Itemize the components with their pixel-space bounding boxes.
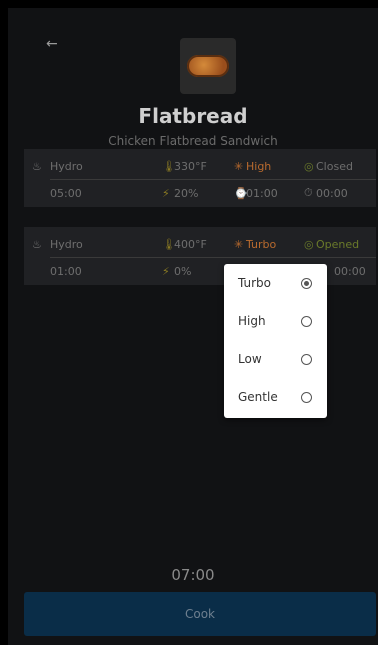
microwave-icon: ⚡ bbox=[162, 264, 170, 278]
option-label: Low bbox=[238, 352, 262, 366]
fan-option-turbo[interactable]: Turbo bbox=[224, 264, 327, 302]
step-vent[interactable]: Opened bbox=[316, 238, 359, 251]
step-extra[interactable]: 00:00 bbox=[334, 265, 366, 278]
radio-unselected-icon[interactable] bbox=[301, 353, 312, 365]
step-extra[interactable]: 00:00 bbox=[316, 187, 348, 200]
step-mode[interactable]: Hydro bbox=[50, 238, 83, 251]
fan-option-low[interactable]: Low bbox=[224, 340, 327, 378]
fan-speed-dropdown[interactable]: Turbo High Low Gentle bbox=[224, 264, 327, 418]
vent-icon: ◎ bbox=[304, 159, 314, 173]
option-label: High bbox=[238, 314, 266, 328]
cook-button[interactable]: Cook bbox=[24, 592, 376, 636]
flatbread-image-icon bbox=[187, 55, 229, 77]
fan-option-high[interactable]: High bbox=[224, 302, 327, 340]
back-arrow-icon[interactable]: ← bbox=[46, 36, 58, 52]
cook-step-1[interactable]: ♨ Hydro 🌡 330°F ✳ High ◎ Closed 05:00 ⚡ … bbox=[24, 149, 376, 207]
vent-icon: ◎ bbox=[304, 237, 314, 251]
step-vent[interactable]: Closed bbox=[316, 160, 353, 173]
app-screen: ← Flatbread Chicken Flatbread Sandwich ♨… bbox=[8, 8, 378, 645]
total-time: 07:00 bbox=[171, 566, 215, 584]
radio-unselected-icon[interactable] bbox=[301, 315, 312, 327]
recipe-title: Flatbread bbox=[138, 104, 248, 128]
step-time[interactable]: 05:00 bbox=[50, 187, 82, 200]
radio-selected-icon[interactable] bbox=[301, 277, 312, 289]
steam-mode-icon: ♨ bbox=[32, 237, 42, 251]
step-duration[interactable]: 01:00 bbox=[246, 187, 278, 200]
step-mode[interactable]: Hydro bbox=[50, 160, 83, 173]
step-time[interactable]: 01:00 bbox=[50, 265, 82, 278]
step-microwave[interactable]: 0% bbox=[174, 265, 191, 278]
recipe-thumbnail bbox=[180, 38, 236, 94]
fan-icon: ✳ bbox=[234, 237, 244, 251]
steam-mode-icon: ♨ bbox=[32, 159, 42, 173]
fan-option-gentle[interactable]: Gentle bbox=[224, 378, 327, 416]
step-microwave[interactable]: 20% bbox=[174, 187, 198, 200]
step-temperature[interactable]: 330°F bbox=[174, 160, 207, 173]
microwave-icon: ⚡ bbox=[162, 186, 170, 200]
step-fan[interactable]: Turbo bbox=[246, 238, 276, 251]
recipe-subtitle: Chicken Flatbread Sandwich bbox=[108, 134, 278, 148]
step-temperature[interactable]: 400°F bbox=[174, 238, 207, 251]
option-label: Gentle bbox=[238, 390, 278, 404]
timer-icon: ⏱ bbox=[304, 186, 313, 199]
fan-icon: ✳ bbox=[234, 159, 244, 173]
radio-unselected-icon[interactable] bbox=[301, 391, 312, 403]
option-label: Turbo bbox=[238, 276, 272, 290]
step-fan[interactable]: High bbox=[246, 160, 271, 173]
